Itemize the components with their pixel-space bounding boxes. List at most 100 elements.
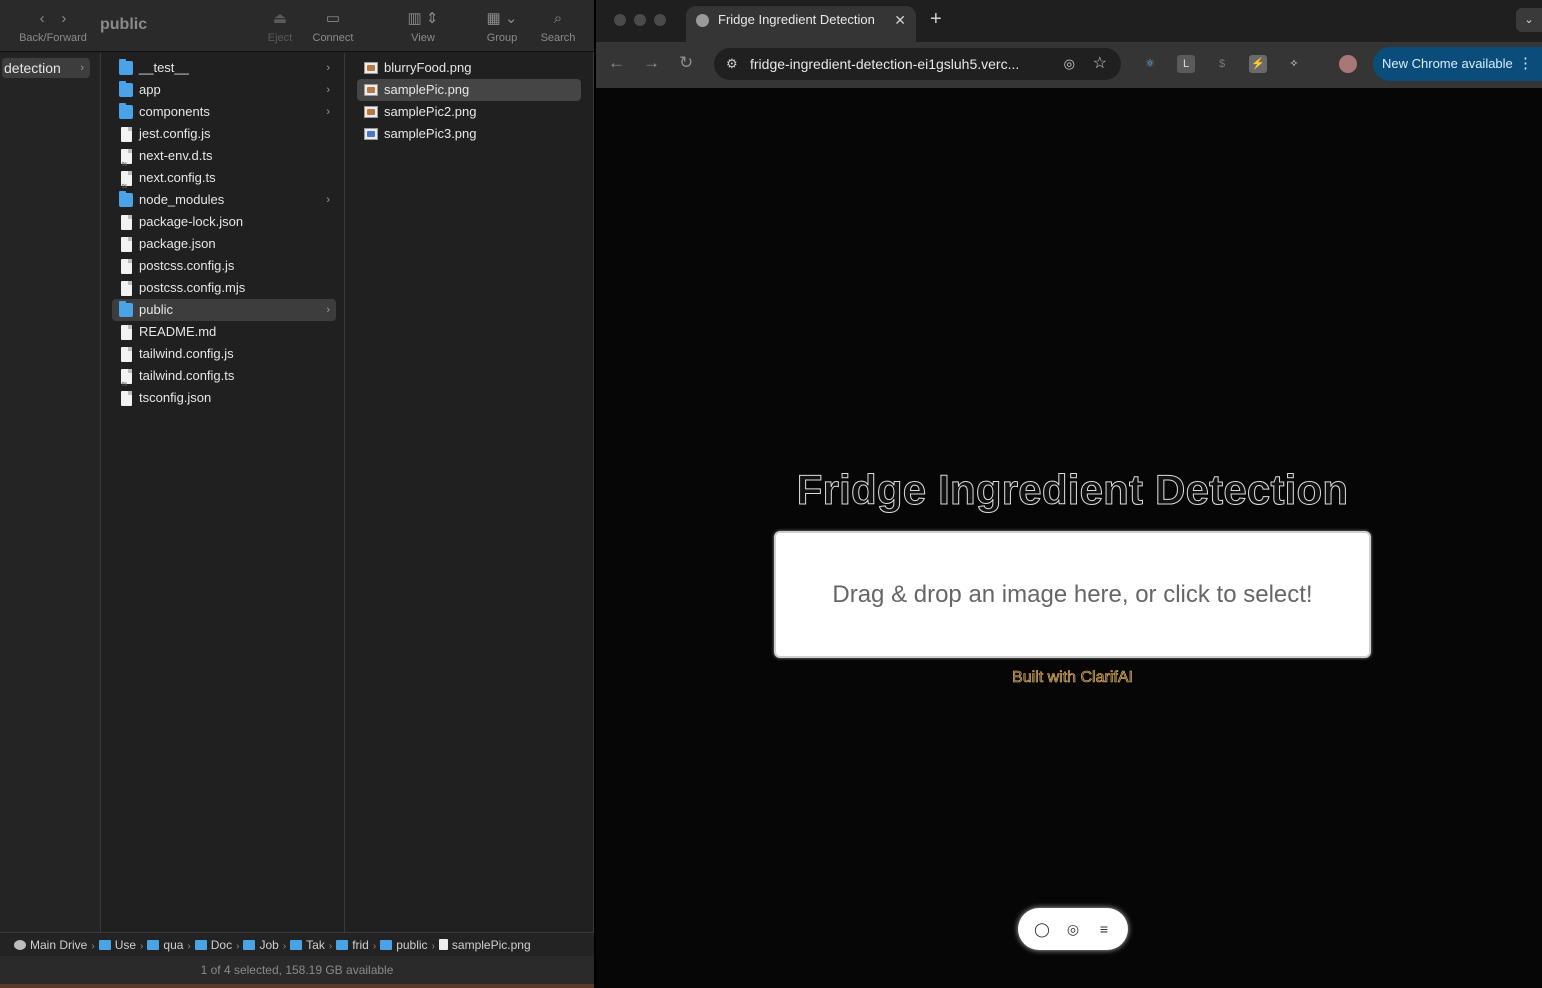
list-item[interactable]: jest.config.js — [112, 123, 336, 145]
page-title: Fridge Ingredient Detection — [796, 466, 1349, 514]
column1-item-label: detection — [4, 60, 61, 76]
list-item[interactable]: components › — [112, 101, 336, 123]
inspect-icon[interactable]: ◎ — [1063, 919, 1083, 939]
more-vertical-icon[interactable]: ⋮ — [1518, 47, 1533, 81]
list-item[interactable]: postcss.config.js — [112, 255, 336, 277]
path-segment-label: Doc — [210, 938, 233, 952]
image-file-icon — [364, 84, 378, 96]
path-segment[interactable]: Job — [243, 933, 279, 956]
stripe-extension-icon[interactable]: ⚡ — [1249, 55, 1267, 73]
path-segment-label: public — [396, 938, 428, 952]
path-segment[interactable]: Main Drive — [14, 933, 87, 956]
list-item[interactable]: tsconfig.json — [112, 387, 336, 409]
image-file-icon — [364, 128, 378, 140]
list-item-label: samplePic.png — [384, 82, 470, 97]
path-separator-icon: › — [372, 941, 377, 952]
path-separator-icon: › — [236, 941, 240, 952]
comment-icon[interactable]: ◯ — [1032, 919, 1052, 939]
list-item-label: tailwind.config.js — [139, 346, 234, 361]
drive-icon — [14, 940, 26, 950]
path-segment-label: Main Drive — [30, 938, 88, 952]
eye-off-icon[interactable]: ◎ — [1064, 48, 1075, 80]
list-item-label: blurryFood.png — [384, 60, 472, 75]
path-segment[interactable]: frid — [336, 933, 369, 956]
minimize-window-button[interactable] — [634, 14, 646, 26]
list-item[interactable]: next-env.d.ts — [112, 145, 336, 176]
list-item-label: tailwind.config.ts — [139, 368, 235, 383]
new-chrome-available-button[interactable]: New Chrome available ⋮ — [1373, 47, 1542, 81]
list-item[interactable]: blurryFood.png — [357, 57, 581, 79]
folder-icon — [336, 940, 349, 950]
new-tab-button[interactable]: + — [930, 8, 942, 30]
eject-icon: ⏏ — [272, 10, 288, 27]
list-item[interactable]: package.json — [112, 233, 336, 255]
column2-list: __test__ › app › components › jest.config.js ne… — [102, 53, 344, 409]
column1-selected-item[interactable]: detection › — [2, 58, 90, 78]
bookmark-star-icon[interactable]: ☆ — [1093, 48, 1107, 80]
search-icon: ⌕ — [553, 10, 563, 27]
group-label: Group — [486, 32, 518, 44]
path-segment-label: samplePic.png — [451, 938, 531, 952]
profile-avatar[interactable] — [1339, 55, 1357, 73]
reload-icon[interactable]: ↻ — [679, 53, 693, 73]
view-button[interactable]: ▥ ⇕ View — [400, 8, 446, 44]
folder-icon — [147, 940, 160, 950]
folder-icon — [194, 940, 207, 950]
list-item[interactable]: samplePic3.png — [357, 123, 581, 145]
eject-button[interactable]: ⏏ Eject — [262, 8, 298, 44]
list-item[interactable]: samplePic2.png — [357, 101, 581, 123]
site-settings-icon[interactable]: ⚙ — [726, 48, 738, 80]
list-item[interactable]: next.config.ts — [112, 167, 336, 198]
menu-lines-icon[interactable]: ≡ — [1094, 919, 1114, 939]
path-segment[interactable]: samplePic.png — [438, 933, 531, 956]
connect-button[interactable]: ▭ Connect — [308, 8, 358, 44]
list-item[interactable]: app › — [112, 79, 336, 101]
path-segment[interactable]: Tak — [290, 933, 325, 956]
back-forward-control[interactable]: ‹ › Back/Forward — [14, 8, 92, 44]
back-icon[interactable]: ‹ — [40, 10, 45, 27]
extension-l-icon[interactable]: L — [1177, 55, 1195, 73]
back-arrow-icon[interactable]: ← — [608, 53, 625, 73]
list-item[interactable]: postcss.config.mjs — [112, 277, 336, 299]
list-item[interactable]: tailwind.config.js — [112, 343, 336, 365]
folder-icon — [243, 940, 256, 950]
close-tab-icon[interactable]: ✕ — [894, 6, 906, 34]
path-segment[interactable]: Use — [98, 933, 136, 956]
document-icon — [121, 127, 132, 142]
document-icon — [438, 939, 448, 950]
list-item[interactable]: node_modules › — [112, 189, 336, 211]
folder-icon — [119, 191, 133, 207]
price-extension-icon[interactable]: $ — [1213, 55, 1231, 73]
path-segment[interactable]: Doc — [194, 933, 233, 956]
list-item[interactable]: README.md — [112, 321, 336, 343]
forward-icon[interactable]: › — [61, 10, 66, 27]
tab-search-button[interactable]: ⌄ — [1516, 8, 1542, 32]
list-item[interactable]: samplePic.png — [357, 79, 581, 101]
list-item-label: package.json — [139, 236, 216, 251]
back-forward-label: Back/Forward — [19, 32, 87, 44]
folder-icon — [380, 940, 393, 950]
screen: ‹ › Back/Forward public ⏏ Eject ▭ Connec… — [0, 0, 1542, 988]
search-button[interactable]: ⌕ Search — [536, 8, 580, 44]
zoom-window-button[interactable] — [654, 14, 666, 26]
close-window-button[interactable] — [614, 14, 626, 26]
address-bar[interactable]: ⚙ fridge-ingredient-detection-ei1gsluh5.… — [714, 48, 1121, 80]
desktop-strip — [0, 984, 594, 988]
path-segment[interactable]: qua — [147, 933, 183, 956]
list-item[interactable]: package-lock.json — [112, 211, 336, 233]
list-item[interactable]: public › — [112, 299, 336, 321]
group-button[interactable]: ▦ ⌄ Group — [480, 8, 524, 44]
path-separator-icon: › — [431, 941, 435, 952]
forward-arrow-icon[interactable]: → — [643, 53, 660, 73]
puzzle-icon[interactable]: ✧ — [1285, 55, 1303, 73]
column3-list: blurryFood.png samplePic.png samplePic2.pn… — [346, 53, 592, 145]
chevron-right-icon: › — [326, 84, 330, 96]
path-segment[interactable]: public — [380, 933, 428, 956]
list-item[interactable]: tailwind.config.ts — [112, 365, 336, 396]
tab-fridge-ingredient-detection[interactable]: Fridge Ingredient Detection ✕ — [686, 6, 916, 42]
image-file-icon — [364, 62, 378, 74]
document-icon — [121, 281, 132, 296]
list-item[interactable]: __test__ › — [112, 57, 336, 79]
react-devtools-icon[interactable]: ⚛ — [1141, 55, 1159, 73]
image-dropzone[interactable]: Drag & drop an image here, or click to s… — [774, 531, 1371, 658]
